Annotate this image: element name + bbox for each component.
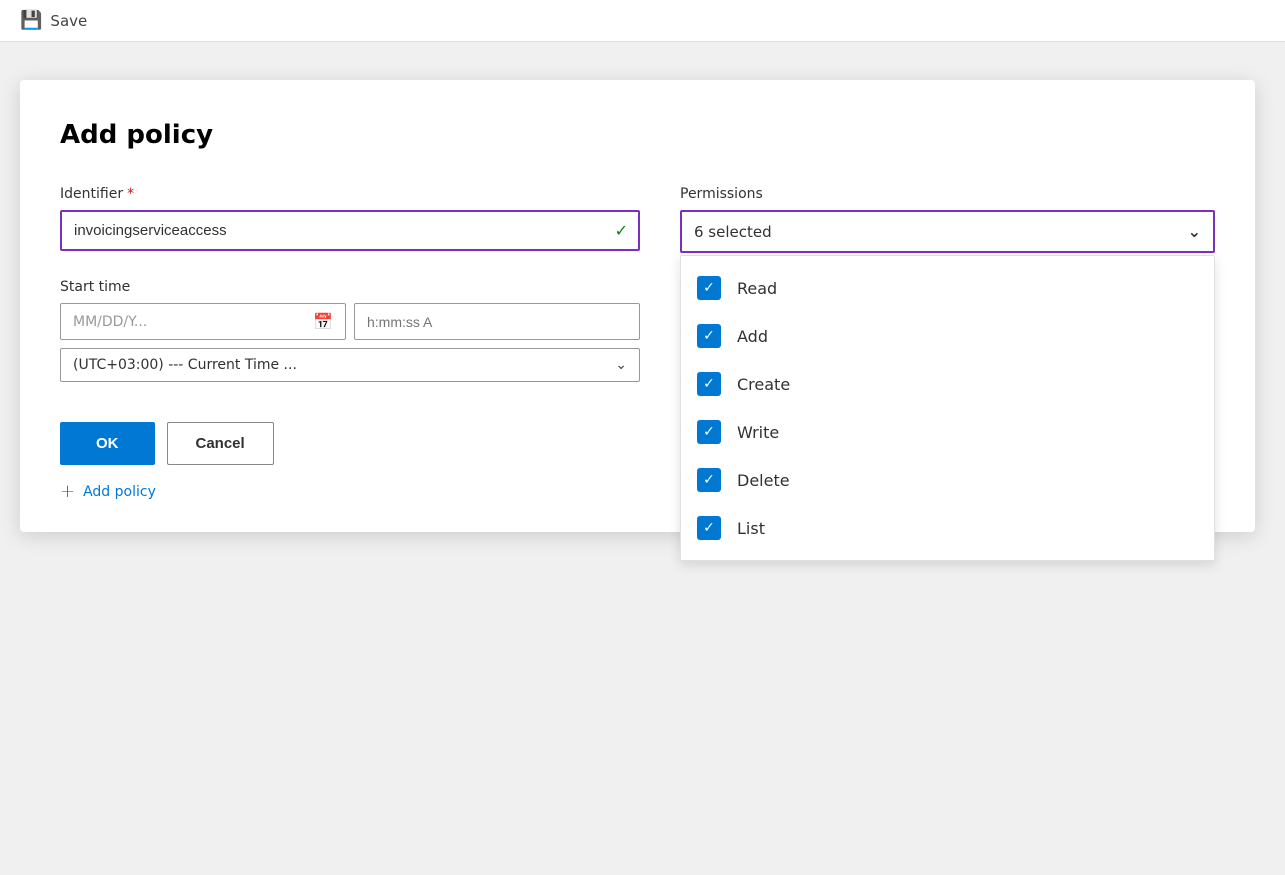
permission-item-list[interactable]: ✓ List [681, 504, 1214, 552]
checkbox-delete: ✓ [697, 468, 721, 492]
permission-label-read: Read [737, 279, 777, 298]
checkbox-list: ✓ [697, 516, 721, 540]
required-indicator: * [127, 186, 134, 202]
cancel-button[interactable]: Cancel [167, 422, 274, 465]
checkmark-icon-list: ✓ [703, 520, 715, 536]
date-input-wrapper[interactable]: MM/DD/Y... 📅 [60, 303, 346, 340]
permission-item-create[interactable]: ✓ Create [681, 360, 1214, 408]
checkmark-icon-delete: ✓ [703, 472, 715, 488]
permission-item-delete[interactable]: ✓ Delete [681, 456, 1214, 504]
checkmark-icon-create: ✓ [703, 376, 715, 392]
save-icon: 💾 [20, 10, 42, 31]
identifier-input-wrapper: ✓ [60, 210, 640, 251]
permissions-label: Permissions [680, 186, 1215, 202]
permissions-chevron-icon: ⌄ [1188, 222, 1201, 241]
save-button[interactable]: Save [50, 12, 87, 30]
add-policy-link[interactable]: + Add policy [60, 481, 640, 502]
permission-label-create: Create [737, 375, 790, 394]
checkbox-create: ✓ [697, 372, 721, 396]
start-time-label: Start time [60, 279, 640, 295]
checkmark-icon-add: ✓ [703, 328, 715, 344]
timezone-value: (UTC+03:00) --- Current Time ... [73, 357, 615, 373]
form-row: Identifier * ✓ Start time MM/DD/Y... 📅 (… [60, 186, 1215, 502]
add-policy-link-label: Add policy [83, 484, 156, 500]
identifier-label: Identifier * [60, 186, 640, 202]
timezone-chevron-icon: ⌄ [615, 357, 627, 373]
timezone-dropdown[interactable]: (UTC+03:00) --- Current Time ... ⌄ [60, 348, 640, 382]
ok-button[interactable]: OK [60, 422, 155, 465]
permissions-dropdown-list: ✓ Read ✓ Add ✓ Create ✓ Write ✓ Delete [680, 255, 1215, 561]
checkmark-icon-write: ✓ [703, 424, 715, 440]
permissions-select[interactable]: 6 selected ⌄ [680, 210, 1215, 253]
form-left: Identifier * ✓ Start time MM/DD/Y... 📅 (… [60, 186, 640, 502]
form-right: Permissions 6 selected ⌄ ✓ Read ✓ Add ✓ … [680, 186, 1215, 253]
toolbar: 💾 Save [0, 0, 1285, 42]
time-row: MM/DD/Y... 📅 [60, 303, 640, 340]
add-policy-dialog: Add policy Identifier * ✓ Start time MM/… [20, 80, 1255, 532]
permission-item-add[interactable]: ✓ Add [681, 312, 1214, 360]
checkbox-write: ✓ [697, 420, 721, 444]
calendar-icon: 📅 [313, 312, 333, 331]
date-placeholder: MM/DD/Y... [73, 314, 305, 330]
permission-label-delete: Delete [737, 471, 790, 490]
checkbox-read: ✓ [697, 276, 721, 300]
permission-label-write: Write [737, 423, 779, 442]
checkbox-add: ✓ [697, 324, 721, 348]
time-input[interactable] [354, 303, 640, 340]
add-policy-plus-icon: + [60, 481, 75, 502]
permission-label-add: Add [737, 327, 768, 346]
permission-item-read[interactable]: ✓ Read [681, 264, 1214, 312]
button-row: OK Cancel [60, 422, 640, 465]
checkmark-icon-read: ✓ [703, 280, 715, 296]
permissions-selected-count: 6 selected [694, 223, 1188, 241]
dialog-title: Add policy [60, 120, 1215, 150]
identifier-input[interactable] [60, 210, 640, 251]
permission-item-write[interactable]: ✓ Write [681, 408, 1214, 456]
valid-checkmark-icon: ✓ [615, 221, 628, 240]
permission-label-list: List [737, 519, 765, 538]
